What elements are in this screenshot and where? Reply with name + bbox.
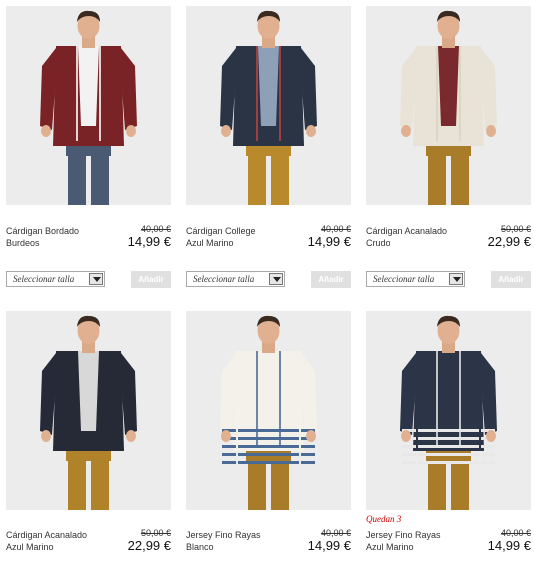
product-image[interactable] [6,311,171,510]
stock-badge: Quedan 3 [366,514,402,524]
product-card[interactable]: Cárdigan Acanalado Crudo 50,00 € 22,99 € … [366,6,531,291]
chevron-down-icon[interactable] [449,273,463,285]
original-price: 50,00 € [500,224,531,234]
size-select[interactable]: Seleccionar talla [186,271,285,287]
chevron-down-icon[interactable] [89,273,103,285]
product-card[interactable]: Jersey Fino Rayas Blanco 40,00 € 14,99 € [186,311,351,561]
original-price: 40,00 € [140,224,171,234]
original-price: 40,00 € [320,528,351,538]
product-image[interactable] [186,311,351,510]
add-to-cart-button[interactable]: Añadir [311,271,351,288]
original-price: 40,00 € [320,224,351,234]
original-price: 40,00 € [500,528,531,538]
product-image[interactable] [366,6,531,205]
add-to-cart-button[interactable]: Añadir [491,271,531,288]
product-image[interactable] [186,6,351,205]
product-card[interactable]: Cárdigan Bordado Burdeos 40,00 € 14,99 € … [6,6,171,291]
sale-price: 14,99 € [127,234,171,249]
product-name[interactable]: Cárdigan Acanalado Crudo [366,225,466,249]
size-select-value: Seleccionar talla [373,274,435,284]
size-select-value: Seleccionar talla [13,274,75,284]
product-card[interactable]: Quedan 3 Jersey Fino Rayas Azul Marino 40… [366,311,531,561]
sale-price: 22,99 € [487,234,531,249]
chevron-down-icon[interactable] [269,273,283,285]
size-select[interactable]: Seleccionar talla [6,271,105,287]
add-to-cart-button[interactable]: Añadir [131,271,171,288]
size-select-value: Seleccionar talla [193,274,255,284]
original-price: 50,00 € [140,528,171,538]
size-select[interactable]: Seleccionar talla [366,271,465,287]
product-image[interactable] [366,311,531,510]
product-name[interactable]: Cárdigan College Azul Marino [186,225,286,249]
product-name[interactable]: Cárdigan Acanalado Azul Marino [6,529,106,553]
product-card[interactable]: Cárdigan Acanalado Azul Marino 50,00 € 22… [6,311,171,561]
product-name[interactable]: Jersey Fino Rayas Blanco [186,529,286,553]
product-image[interactable] [6,6,171,205]
product-name[interactable]: Jersey Fino Rayas Azul Marino [366,529,466,553]
sale-price: 14,99 € [307,234,351,249]
sale-price: 14,99 € [487,538,531,553]
sale-price: 14,99 € [307,538,351,553]
product-name[interactable]: Cárdigan Bordado Burdeos [6,225,106,249]
product-card[interactable]: Cárdigan College Azul Marino 40,00 € 14,9… [186,6,351,291]
sale-price: 22,99 € [127,538,171,553]
